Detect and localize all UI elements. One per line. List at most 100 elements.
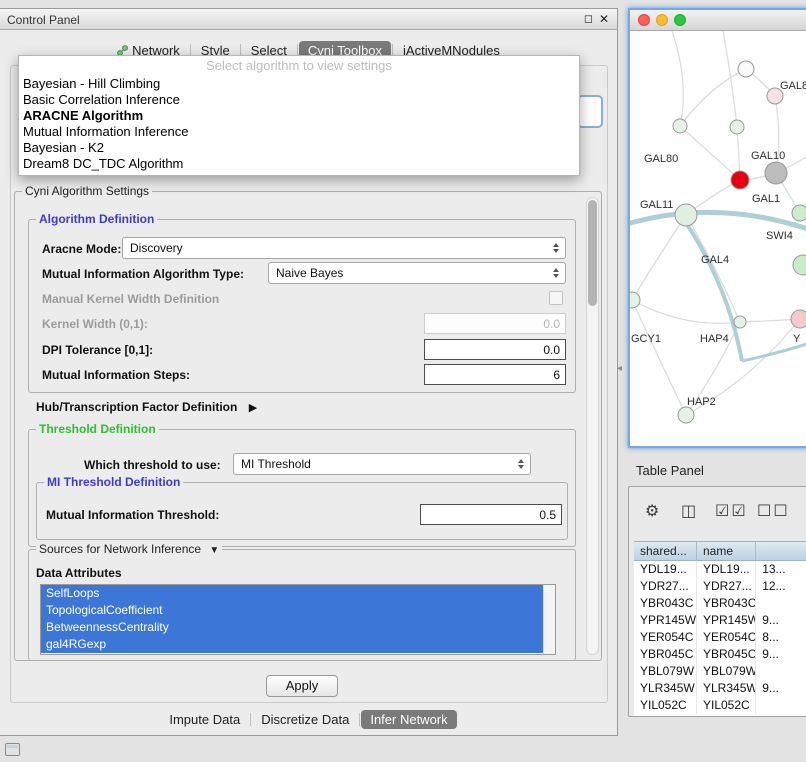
network-window: GAL8GAL80GAL10GAL11GAL1SWI4GAL4GCY1HAP4Y… <box>628 8 806 448</box>
deselect-all-icon[interactable]: ☐☐ <box>757 501 790 521</box>
algorithm-option-basic-correlation-inference[interactable]: Basic Correlation Inference <box>19 92 579 108</box>
control-panel-titlebar: Control Panel ◻ ✕ <box>0 9 617 30</box>
network-node-label: GAL8 <box>780 80 806 92</box>
manual-kernel-label: Manual Kernel Width Definition <box>42 292 219 306</box>
table-row[interactable]: YLR345WYLR345W9... <box>634 680 806 697</box>
table-row[interactable]: YBR045CYBR045C9... <box>634 646 806 663</box>
algorithm-option-bayesian-hill-climbing[interactable]: Bayesian - Hill Climbing <box>19 76 579 92</box>
algorithm-popup: Select algorithm to view settings Bayesi… <box>18 55 580 176</box>
table-cell: 12... <box>756 578 806 595</box>
table-cell: 9... <box>756 680 806 697</box>
hub-definition-label: Hub/Transcription Factor Definition <box>36 400 237 414</box>
settings-scrollbar-thumb[interactable] <box>588 200 597 306</box>
column-header-name[interactable]: name <box>697 542 756 560</box>
algorithm-option-aracne-algorithm[interactable]: ARACNE Algorithm <box>19 108 579 124</box>
table-cell: 9... <box>756 646 806 663</box>
aracne-mode-value: Discovery <box>130 241 183 255</box>
table-row[interactable]: YIL052CYIL052C <box>634 697 806 714</box>
network-node[interactable] <box>630 292 640 308</box>
network-edge <box>680 126 740 180</box>
tab-discretize-data[interactable]: Discretize Data <box>252 710 358 729</box>
data-attribute-selfloops[interactable]: SelfLoops <box>41 585 543 602</box>
algorithm-option-dream8-dc-tdc-algorithm[interactable]: Dream8 DC_TDC Algorithm <box>19 156 579 172</box>
zoom-traffic-icon[interactable] <box>674 14 686 26</box>
table-row[interactable]: YER054CYER054C8... <box>634 629 806 646</box>
kernel-width-input[interactable]: 0.0 <box>424 313 566 334</box>
table-row[interactable]: YBL079WYBL079W <box>634 663 806 680</box>
network-node-label: GAL1 <box>752 193 780 205</box>
network-node[interactable] <box>678 407 694 423</box>
data-attribute-topologicalcoefficient[interactable]: TopologicalCoefficient <box>41 602 543 619</box>
kernel-width-label: Kernel Width (0,1): <box>42 317 148 331</box>
network-edge <box>722 31 737 127</box>
table-row[interactable]: YDL19...YDL19...13... <box>634 561 806 578</box>
table-cell <box>756 697 806 714</box>
tab-impute-data[interactable]: Impute Data <box>160 710 249 729</box>
apply-button[interactable]: Apply <box>266 675 338 697</box>
hub-definition-toggle[interactable]: Hub/Transcription Factor Definition ▶ <box>36 400 257 414</box>
float-window-icon[interactable]: ◻ <box>584 12 593 25</box>
network-node[interactable] <box>738 61 754 77</box>
data-attributes-list[interactable]: SelfLoopsTopologicalCoefficientBetweenne… <box>40 584 556 655</box>
network-canvas[interactable]: GAL8GAL80GAL10GAL11GAL1SWI4GAL4GCY1HAP4Y… <box>630 31 806 446</box>
table-body: YDL19...YDL19...13...YDR27...YDR27...12.… <box>634 561 806 716</box>
which-threshold-select[interactable]: MI Threshold <box>233 453 531 475</box>
stepper-arrows-icon <box>553 268 559 278</box>
data-attribute-gal4rgexp[interactable]: gal4RGexp <box>41 636 543 653</box>
screen: Control Panel ◻ ✕ NetworkStyleSelectCyni… <box>0 0 806 762</box>
network-node[interactable] <box>792 205 806 221</box>
network-node-label: SWI4 <box>766 230 793 242</box>
triangle-down-icon: ▼ <box>209 545 219 556</box>
columns-icon[interactable]: ◫ <box>681 501 698 521</box>
mi-algorithm-type-value: Naive Bayes <box>276 266 343 280</box>
algorithm-combobox-fragment[interactable] <box>577 95 603 128</box>
tab-separator <box>359 713 360 726</box>
panel-divider-handle[interactable]: ◂ <box>617 363 622 374</box>
table-row[interactable]: YPR145WYPR145W9... <box>634 612 806 629</box>
network-node-label: GAL11 <box>640 199 673 211</box>
table-cell: YLR345W <box>634 680 697 697</box>
column-header-shared[interactable]: shared... <box>634 542 697 560</box>
window-title: Control Panel <box>7 13 80 27</box>
dpi-tolerance-input[interactable]: 0.0 <box>424 339 566 360</box>
sources-toggle[interactable]: Sources for Network Inference ▼ <box>36 542 222 556</box>
dock-window-icon[interactable] <box>5 743 20 756</box>
network-node-label: Y <box>793 333 801 345</box>
table-row[interactable]: YDR27...YDR27...12... <box>634 578 806 595</box>
mi-steps-label: Mutual Information Steps: <box>42 368 190 382</box>
popup-items: Bayesian - Hill ClimbingBasic Correlatio… <box>19 76 579 172</box>
settings-scrollbar[interactable] <box>586 197 599 655</box>
network-node[interactable] <box>731 171 749 189</box>
network-node[interactable] <box>734 316 746 328</box>
data-attribute-betweennesscentrality[interactable]: BetweennessCentrality <box>41 619 543 636</box>
column-header-col2[interactable] <box>756 542 806 560</box>
manual-kernel-checkbox[interactable] <box>549 291 563 305</box>
algorithm-option-mutual-information-inference[interactable]: Mutual Information Inference <box>19 124 579 140</box>
table-cell: YDR27... <box>697 578 756 595</box>
mi-algorithm-type-select[interactable]: Naive Bayes <box>268 262 566 284</box>
tab-infer-network[interactable]: Infer Network <box>361 710 456 729</box>
network-node[interactable] <box>675 204 697 226</box>
table-cell: YLR345W <box>697 680 756 697</box>
aracne-mode-label: Aracne Mode: <box>42 242 121 256</box>
aracne-mode-select[interactable]: Discovery <box>122 237 566 259</box>
minimize-traffic-icon[interactable] <box>656 14 668 26</box>
gear-icon[interactable]: ⚙ <box>645 501 661 521</box>
mi-steps-input[interactable]: 6 <box>424 364 566 385</box>
network-node[interactable] <box>673 119 687 133</box>
bottom-tabs: Impute DataDiscretize DataInfer Network <box>0 708 617 730</box>
close-icon[interactable]: ✕ <box>599 12 609 26</box>
network-node[interactable] <box>765 162 787 184</box>
network-node[interactable] <box>793 255 806 275</box>
cyni-settings-legend: Cyni Algorithm Settings <box>22 184 152 198</box>
table-row[interactable]: YBR043CYBR043C <box>634 595 806 612</box>
mi-threshold-input[interactable]: 0.5 <box>420 504 562 525</box>
network-node[interactable] <box>730 120 744 134</box>
table-cell: YBR043C <box>697 595 756 612</box>
attributes-list-scrollbar[interactable] <box>543 585 555 654</box>
algorithm-definition-legend: Algorithm Definition <box>36 212 157 226</box>
algorithm-option-bayesian-k2[interactable]: Bayesian - K2 <box>19 140 579 156</box>
close-traffic-icon[interactable] <box>638 14 650 26</box>
select-all-icon[interactable]: ☑☑ <box>715 501 748 521</box>
network-node[interactable] <box>791 310 806 328</box>
